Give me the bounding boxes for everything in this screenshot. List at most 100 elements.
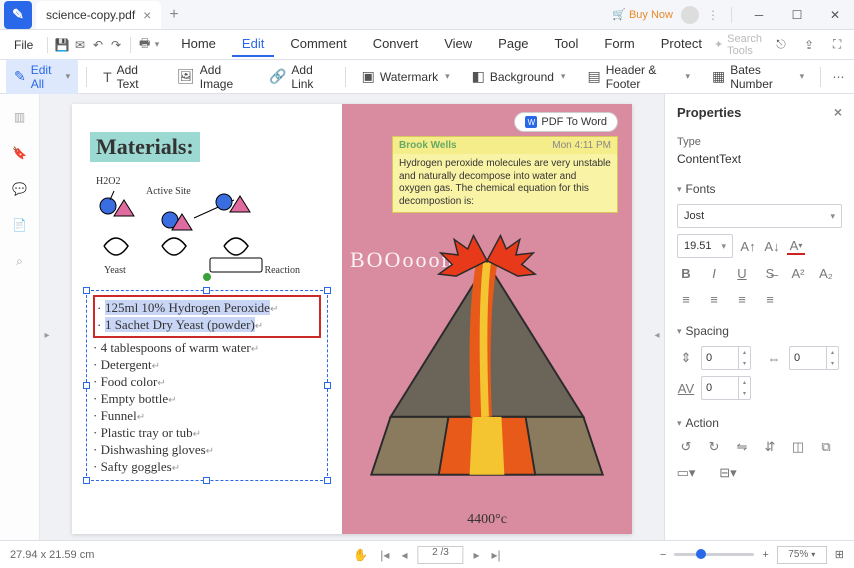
bates-number-button[interactable]: ▦Bates Number▾ xyxy=(704,59,812,95)
increase-font-icon[interactable]: A↑ xyxy=(739,237,757,255)
underline-icon[interactable]: U xyxy=(733,264,751,282)
search-tools[interactable]: ✦Search Tools xyxy=(714,33,762,57)
align-left-icon[interactable]: ≡ xyxy=(677,290,695,308)
print-dropdown-icon[interactable]: ▾ xyxy=(155,39,160,50)
mail-icon[interactable]: ✉ xyxy=(72,34,88,56)
maximize-button[interactable]: ☐ xyxy=(782,1,812,29)
zoom-select[interactable]: 75%▾ xyxy=(777,546,827,564)
close-tab-icon[interactable]: × xyxy=(143,7,151,23)
bookmarks-icon[interactable]: 🔖 xyxy=(11,144,29,162)
panel-handle-right[interactable]: ◂ xyxy=(652,317,662,353)
sticky-note[interactable]: Brook Wells Mon 4:11 PM Hydrogen peroxid… xyxy=(392,136,618,213)
thumbnails-icon[interactable]: ▥ xyxy=(11,108,29,126)
resize-handle-nw[interactable] xyxy=(83,287,90,294)
fit-page-icon[interactable]: ⊞ xyxy=(835,548,844,561)
align-center-icon[interactable]: ≡ xyxy=(705,290,723,308)
buy-now-link[interactable]: 🛒Buy Now xyxy=(612,8,673,21)
panel-handle-left[interactable]: ▸ xyxy=(42,317,52,353)
resize-handle-ne[interactable] xyxy=(324,287,331,294)
cloud-icon[interactable]: ⇪ xyxy=(798,34,820,56)
font-color-icon[interactable]: A▾ xyxy=(787,237,805,255)
decrease-font-icon[interactable]: A↓ xyxy=(763,237,781,255)
page-number-input[interactable]: 2 /3 xyxy=(417,546,463,564)
bates-icon: ▦ xyxy=(712,68,725,85)
fonts-header[interactable]: Fonts xyxy=(677,182,842,196)
resize-handle-n[interactable] xyxy=(203,287,210,294)
hand-tool-icon[interactable]: ✋ xyxy=(351,546,370,564)
menu-tab-protect[interactable]: Protect xyxy=(651,32,712,57)
prev-page-icon[interactable]: ◂ xyxy=(399,546,409,564)
resize-handle-sw[interactable] xyxy=(83,477,90,484)
expand-icon[interactable]: ⛶ xyxy=(826,34,848,56)
menu-tab-page[interactable]: Page xyxy=(488,32,538,57)
spacing-header[interactable]: Spacing xyxy=(677,324,842,338)
close-panel-icon[interactable]: × xyxy=(834,104,842,120)
bold-icon[interactable]: B xyxy=(677,264,695,282)
resize-handle-s[interactable] xyxy=(203,477,210,484)
selected-text-box[interactable]: · 125ml 10% Hydrogen Peroxide↵ · 1 Sache… xyxy=(86,290,328,481)
italic-icon[interactable]: I xyxy=(705,264,723,282)
add-image-button[interactable]: 🖼Add Image xyxy=(169,59,255,95)
rotate-left-icon[interactable]: ↺ xyxy=(677,438,695,456)
menu-tab-tool[interactable]: Tool xyxy=(545,32,589,57)
first-page-icon[interactable]: |◂ xyxy=(378,546,391,564)
pdf-to-word-button[interactable]: W PDF To Word xyxy=(514,112,618,132)
zoom-in-icon[interactable]: + xyxy=(762,549,768,561)
undo-icon[interactable]: ↶ xyxy=(90,34,106,56)
save-icon[interactable]: 💾 xyxy=(54,34,70,56)
comments-icon[interactable]: 💬 xyxy=(11,180,29,198)
more-tools-icon[interactable]: ⋯ xyxy=(829,66,848,88)
font-size-select[interactable]: 19.51▾ xyxy=(677,234,733,258)
char-spacing-input[interactable]: 0▴▾ xyxy=(701,376,751,400)
last-page-icon[interactable]: ▸| xyxy=(490,546,503,564)
add-text-button[interactable]: TAdd Text xyxy=(95,59,163,95)
arrange-icon[interactable]: ▭▾ xyxy=(677,464,695,482)
file-menu[interactable]: File xyxy=(6,34,41,56)
rotate-handle[interactable] xyxy=(203,273,211,281)
menu-tab-view[interactable]: View xyxy=(434,32,482,57)
add-link-button[interactable]: 🔗Add Link xyxy=(261,59,337,95)
next-page-icon[interactable]: ▸ xyxy=(471,546,481,564)
add-tab-button[interactable]: + xyxy=(169,6,178,24)
minimize-button[interactable]: ─ xyxy=(744,1,774,29)
user-avatar[interactable] xyxy=(681,6,699,24)
flip-h-icon[interactable]: ⇋ xyxy=(733,438,751,456)
action-header[interactable]: Action xyxy=(677,416,842,430)
slider-thumb[interactable] xyxy=(696,549,706,559)
line-spacing-input[interactable]: 0▴▾ xyxy=(701,346,751,370)
header-footer-button[interactable]: ▤Header & Footer▾ xyxy=(579,59,698,95)
background-button[interactable]: ◧Background▾ xyxy=(464,64,574,89)
search-icon[interactable]: ⌕ xyxy=(11,252,29,270)
close-window-button[interactable]: ✕ xyxy=(820,1,850,29)
print-icon[interactable]: 🖶 xyxy=(137,34,153,56)
zoom-out-icon[interactable]: − xyxy=(660,549,666,561)
font-family-select[interactable]: Jost▾ xyxy=(677,204,842,228)
superscript-icon[interactable]: A² xyxy=(789,264,807,282)
attachments-icon[interactable]: 📄 xyxy=(11,216,29,234)
menu-tab-comment[interactable]: Comment xyxy=(280,32,356,57)
align-obj-icon[interactable]: ⊟▾ xyxy=(719,464,737,482)
resize-handle-se[interactable] xyxy=(324,477,331,484)
align-justify-icon[interactable]: ≡ xyxy=(761,290,779,308)
edit-all-button[interactable]: ✎ Edit All ▾ xyxy=(6,59,78,95)
resize-handle-e[interactable] xyxy=(324,382,331,389)
strike-icon[interactable]: S̶ xyxy=(761,264,779,282)
para-spacing-input[interactable]: 0▴▾ xyxy=(789,346,839,370)
menu-tab-convert[interactable]: Convert xyxy=(363,32,429,57)
crop-icon[interactable]: ◫ xyxy=(789,438,807,456)
rotate-right-icon[interactable]: ↻ xyxy=(705,438,723,456)
redo-icon[interactable]: ↷ xyxy=(108,34,124,56)
align-right-icon[interactable]: ≡ xyxy=(733,290,751,308)
menu-tab-home[interactable]: Home xyxy=(171,32,226,57)
share-icon[interactable]: ⎋ xyxy=(770,34,792,56)
menu-tab-edit[interactable]: Edit xyxy=(232,32,274,57)
resize-handle-w[interactable] xyxy=(83,382,90,389)
flip-v-icon[interactable]: ⇵ xyxy=(761,438,779,456)
menu-tab-form[interactable]: Form xyxy=(594,32,644,57)
zoom-slider[interactable] xyxy=(674,553,754,556)
menu-dots-icon[interactable]: ⋮ xyxy=(707,8,719,22)
extract-icon[interactable]: ⧉ xyxy=(817,438,835,456)
document-tab[interactable]: science-copy.pdf × xyxy=(36,1,161,29)
subscript-icon[interactable]: A₂ xyxy=(817,264,835,282)
watermark-button[interactable]: ▣Watermark▾ xyxy=(354,64,458,89)
